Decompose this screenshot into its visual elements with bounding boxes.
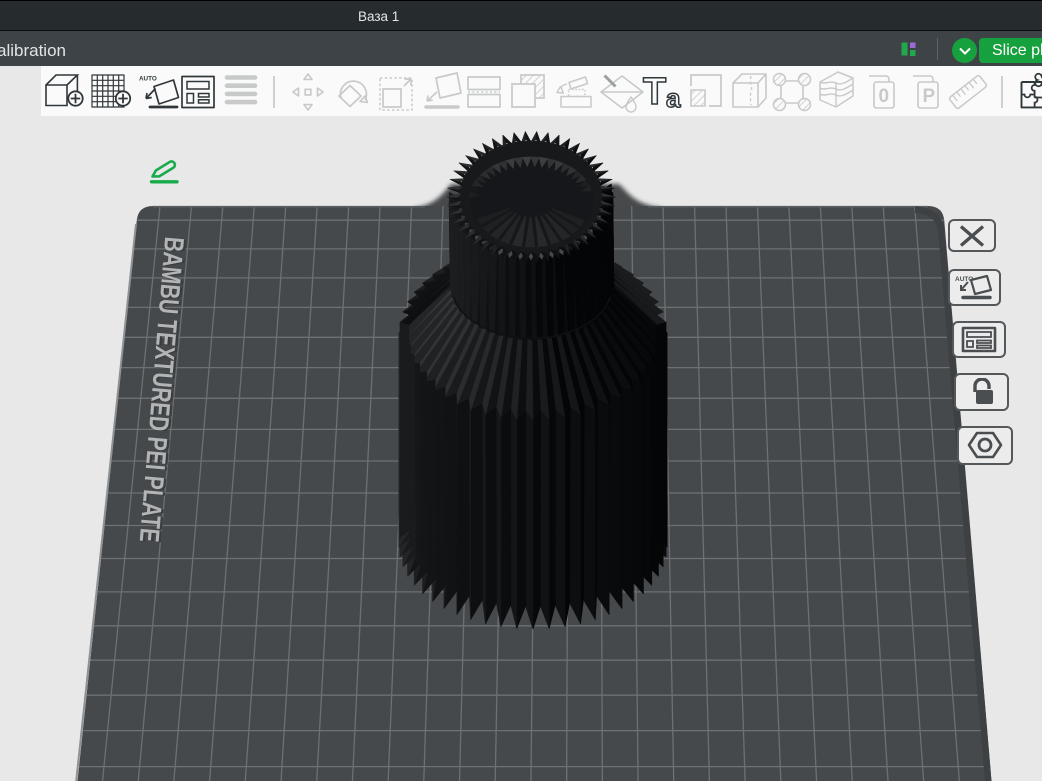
svg-text:a: a xyxy=(666,83,681,113)
svg-text:0: 0 xyxy=(879,86,890,107)
svg-text:AUTO: AUTO xyxy=(139,76,157,83)
svg-text:T: T xyxy=(643,71,666,113)
svg-text:P: P xyxy=(923,86,936,107)
